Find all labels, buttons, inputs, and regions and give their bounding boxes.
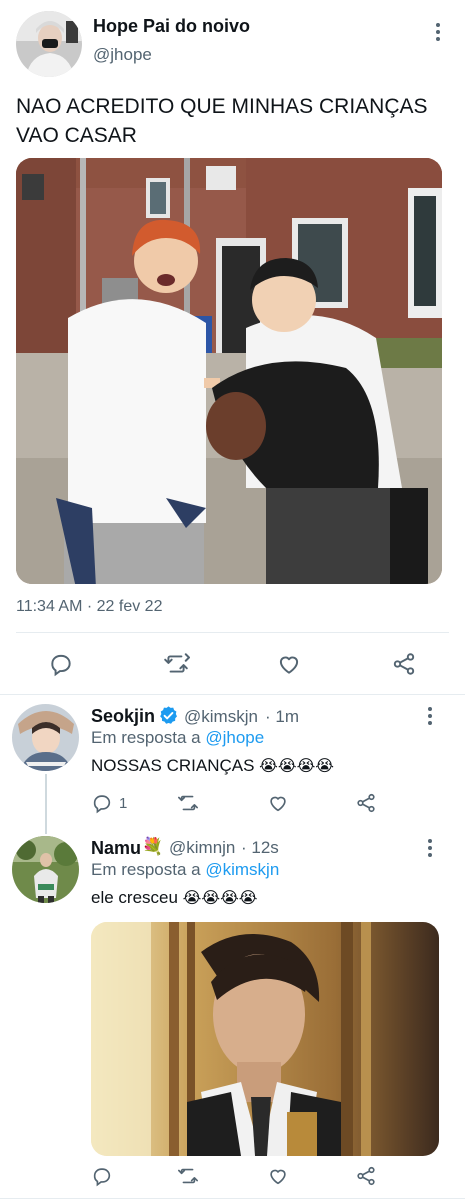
share-icon bbox=[393, 653, 415, 675]
reply1-display-name[interactable]: Seokjin bbox=[91, 706, 155, 727]
reply2-text-body: ele cresceu bbox=[91, 888, 178, 907]
reply1-author-avatar[interactable] bbox=[12, 704, 79, 771]
main-tweet-share-button[interactable] bbox=[391, 651, 417, 677]
main-tweet-more-button[interactable] bbox=[428, 20, 448, 44]
reply1-retweet-button[interactable] bbox=[176, 792, 200, 814]
reply1-reply-count: 1 bbox=[119, 794, 128, 812]
main-tweet-photo[interactable] bbox=[16, 158, 442, 584]
reply-icon bbox=[93, 1168, 111, 1187]
reply2-name-emoji: 💐 bbox=[142, 837, 164, 856]
reply2-reply-button[interactable] bbox=[91, 1165, 113, 1187]
main-tweet-author-avatar[interactable] bbox=[16, 11, 82, 77]
reply2-more-button[interactable] bbox=[420, 836, 440, 860]
reply2-retweet-button[interactable] bbox=[176, 1165, 200, 1187]
thread-line bbox=[45, 774, 47, 834]
reply2-text-emoji: 😭😭😭😭 bbox=[182, 890, 258, 907]
like-icon bbox=[270, 1169, 286, 1185]
divider bbox=[0, 1198, 465, 1199]
divider bbox=[16, 632, 449, 633]
verified-badge-icon bbox=[160, 706, 177, 724]
reply2-display-name[interactable]: Namu bbox=[91, 838, 141, 859]
reply2-share-button[interactable] bbox=[355, 1165, 377, 1187]
reply2-context: Em resposta a @kimskjn bbox=[91, 860, 279, 880]
main-tweet-reply-button[interactable] bbox=[48, 651, 74, 677]
reply2-photo[interactable] bbox=[91, 922, 439, 1156]
reply-icon bbox=[93, 795, 111, 814]
reply1-context-prefix: Em resposta a bbox=[91, 728, 201, 747]
divider bbox=[0, 694, 465, 695]
reply1-context: Em resposta a @jhope bbox=[91, 728, 264, 748]
like-icon bbox=[279, 656, 299, 674]
share-icon bbox=[357, 793, 375, 813]
main-tweet-retweet-button[interactable] bbox=[162, 651, 190, 677]
main-tweet-text-line2: VAO CASAR bbox=[16, 124, 137, 147]
reply1-more-button[interactable] bbox=[420, 704, 440, 728]
reply-icon bbox=[51, 654, 71, 677]
more-icon bbox=[428, 839, 432, 843]
reply2-like-button[interactable] bbox=[267, 1165, 289, 1187]
reply2-reply-to-link[interactable]: @kimskjn bbox=[205, 860, 279, 879]
main-tweet-timestamp[interactable]: 11:34 AM · 22 fev 22 bbox=[16, 598, 162, 616]
main-tweet-text: NAO ACREDITO QUE MINHAS CRIANÇAS VAO CAS… bbox=[16, 92, 428, 150]
main-tweet-handle[interactable]: @jhope bbox=[93, 45, 152, 65]
main-tweet-text-line1: NAO ACREDITO QUE MINHAS CRIANÇAS bbox=[16, 95, 428, 118]
reply1-like-button[interactable] bbox=[267, 792, 289, 814]
reply1-handle[interactable]: @kimskjn bbox=[184, 707, 258, 727]
reply1-time[interactable]: · 1m bbox=[265, 707, 299, 727]
reply1-reply-button[interactable]: 1 bbox=[91, 792, 127, 814]
reply2-handle[interactable]: @kimnjn bbox=[169, 838, 235, 858]
retweet-icon bbox=[178, 1168, 198, 1184]
more-icon bbox=[428, 707, 432, 711]
like-icon bbox=[270, 796, 286, 812]
retweet-icon bbox=[178, 795, 198, 811]
reply1-share-button[interactable] bbox=[355, 792, 377, 814]
reply1-text-emoji: 😭😭😭😭 bbox=[259, 758, 334, 775]
share-icon bbox=[357, 1166, 375, 1186]
reply2-context-prefix: Em resposta a bbox=[91, 860, 201, 879]
reply2-author-avatar[interactable] bbox=[12, 836, 79, 903]
reply1-reply-to-link[interactable]: @jhope bbox=[205, 728, 264, 747]
retweet-icon bbox=[164, 653, 190, 673]
main-tweet-like-button[interactable] bbox=[276, 651, 302, 677]
reply2-text: ele cresceu 😭😭😭😭 bbox=[91, 888, 257, 908]
more-icon bbox=[436, 23, 440, 27]
main-tweet-display-name[interactable]: Hope Pai do noivo bbox=[93, 16, 250, 37]
reply1-text-body: NOSSAS CRIANÇAS bbox=[91, 756, 255, 775]
reply1-text: NOSSAS CRIANÇAS 😭😭😭😭 bbox=[91, 756, 334, 776]
reply2-time[interactable]: · 12s bbox=[241, 838, 279, 858]
